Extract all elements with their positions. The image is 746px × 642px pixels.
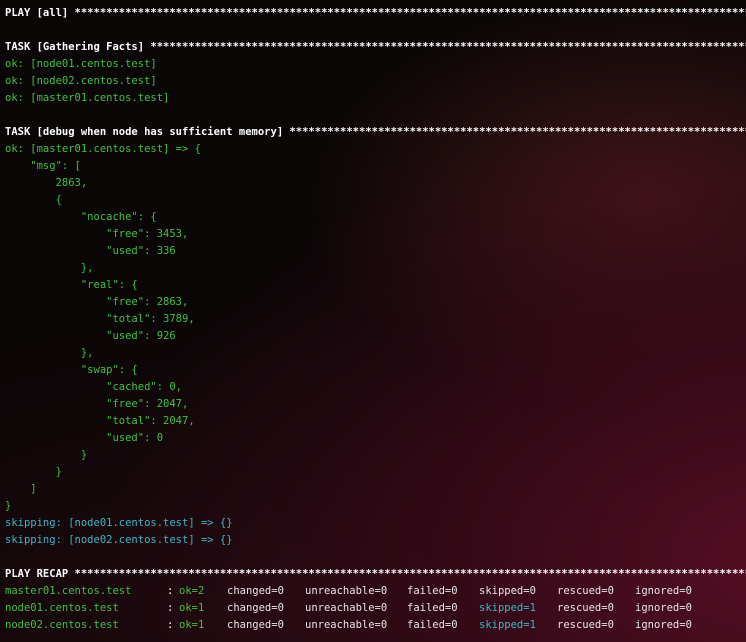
terminal-line: "swap": { xyxy=(5,364,138,376)
terminal-line: ok: [node01.centos.test] xyxy=(5,58,157,70)
terminal-line: "free": 2047, xyxy=(5,398,189,410)
terminal-line: } xyxy=(5,449,88,461)
recap-skipped-count: skipped=1 xyxy=(479,602,536,614)
terminal-line: "msg": [ xyxy=(5,160,81,172)
recap-skipped-count: skipped=1 xyxy=(479,619,536,631)
recap-unreachable-count: unreachable=0 xyxy=(305,585,388,597)
recap-row: node01.centos.test: ok=1 changed=0 unreacha… xyxy=(5,600,746,617)
recap-unreachable-count: unreachable=0 xyxy=(305,619,388,631)
terminal-line: "nocache": { xyxy=(5,211,157,223)
recap-failed-count: failed=0 xyxy=(407,602,458,614)
recap-host-name: node01.centos.test xyxy=(5,602,119,614)
terminal-output[interactable]: PLAY [all] *****************************… xyxy=(5,5,746,637)
terminal-line: TASK [Gathering Facts] *****************… xyxy=(5,41,746,53)
terminal-line: } xyxy=(5,466,62,478)
terminal-line: "free": 2863, xyxy=(5,296,189,308)
recap-changed-count: changed=0 xyxy=(227,619,284,631)
terminal-line: 2863, xyxy=(5,177,88,189)
terminal-line: ok: [master01.centos.test] => { xyxy=(5,143,201,155)
terminal-line: "free": 3453, xyxy=(5,228,189,240)
recap-changed-count: changed=0 xyxy=(227,585,284,597)
terminal-line: }, xyxy=(5,262,94,274)
terminal-line: }, xyxy=(5,347,94,359)
terminal-line: "total": 2047, xyxy=(5,415,195,427)
recap-rescued-count: rescued=0 xyxy=(557,619,614,631)
recap-separator: : xyxy=(167,602,174,614)
recap-skipped-count: skipped=0 xyxy=(479,585,536,597)
recap-ok-count: ok=1 xyxy=(179,602,205,614)
play-recap-table: master01.centos.test: ok=2 changed=0 unreac… xyxy=(5,583,746,634)
terminal-line: skipping: [node02.centos.test] => {} xyxy=(5,534,233,546)
recap-rescued-count: rescued=0 xyxy=(557,602,614,614)
recap-ok-count: ok=2 xyxy=(179,585,205,597)
recap-ignored-count: ignored=0 xyxy=(635,585,692,597)
terminal-line: TASK [debug when node has sufficient mem… xyxy=(5,126,746,138)
recap-host-name: node02.centos.test xyxy=(5,619,119,631)
terminal-line: ok: [node02.centos.test] xyxy=(5,75,157,87)
terminal-line: { xyxy=(5,194,62,206)
terminal-line: } xyxy=(5,500,12,512)
terminal-line: skipping: [node01.centos.test] => {} xyxy=(5,517,233,529)
terminal-line: "cached": 0, xyxy=(5,381,183,393)
recap-separator: : xyxy=(167,619,174,631)
recap-changed-count: changed=0 xyxy=(227,602,284,614)
recap-separator: : xyxy=(167,585,174,597)
terminal-line: "used": 926 xyxy=(5,330,176,342)
recap-row: master01.centos.test: ok=2 changed=0 unreac… xyxy=(5,583,746,600)
recap-failed-count: failed=0 xyxy=(407,585,458,597)
recap-rescued-count: rescued=0 xyxy=(557,585,614,597)
terminal-line: "real": { xyxy=(5,279,138,291)
terminal-line: "used": 0 xyxy=(5,432,164,444)
terminal-lines: PLAY [all] *****************************… xyxy=(5,5,746,583)
terminal-line: ok: [master01.centos.test] xyxy=(5,92,170,104)
recap-row: node02.centos.test: ok=1 changed=0 unreacha… xyxy=(5,617,746,634)
terminal-line: ] xyxy=(5,483,37,495)
recap-host-name: master01.centos.test xyxy=(5,585,132,597)
terminal-line: PLAY RECAP *****************************… xyxy=(5,568,746,580)
terminal-line: PLAY [all] *****************************… xyxy=(5,7,746,19)
recap-failed-count: failed=0 xyxy=(407,619,458,631)
recap-unreachable-count: unreachable=0 xyxy=(305,602,388,614)
recap-ignored-count: ignored=0 xyxy=(635,619,692,631)
terminal-line: "total": 3789, xyxy=(5,313,195,325)
terminal-line: "used": 336 xyxy=(5,245,176,257)
recap-ignored-count: ignored=0 xyxy=(635,602,692,614)
recap-ok-count: ok=1 xyxy=(179,619,205,631)
